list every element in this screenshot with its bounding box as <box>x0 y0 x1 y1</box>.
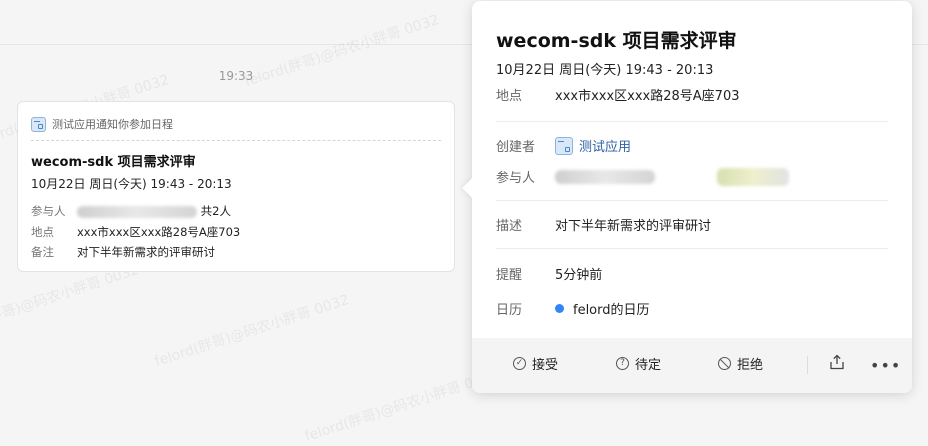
ban-icon <box>718 357 731 370</box>
popup-creator-row: 创建者 测试应用 <box>496 136 631 155</box>
creator-link[interactable]: 测试应用 <box>555 136 631 155</box>
tentative-label: 待定 <box>635 358 662 373</box>
note-label: 备注 <box>31 245 54 259</box>
popup-calendar-row: 日历 felord的日历 <box>496 299 650 318</box>
location-value: xxx市xxx区xxx路28号A座703 <box>77 225 241 239</box>
popup-description-row: 描述 对下半年新需求的评审研讨 <box>496 215 711 234</box>
popup-footer: ✓ 接受 ? 待定 拒绝 ••• <box>472 338 912 393</box>
popup-reminder-row: 提醒 5分钟前 <box>496 264 602 283</box>
participants-label: 参与人 <box>31 204 66 218</box>
card-note-row: 备注 对下半年新需求的评审研讨 <box>31 244 215 260</box>
popup-participants-row: 参与人 <box>496 167 789 186</box>
tentative-button[interactable]: ? 待定 <box>616 354 661 373</box>
description-label: 描述 <box>496 219 523 234</box>
accept-label: 接受 <box>532 358 559 373</box>
card-header-text: 测试应用通知你参加日程 <box>52 118 173 131</box>
creator-value: 测试应用 <box>579 140 632 155</box>
redacted-participant[interactable] <box>555 169 655 184</box>
watermark: felord(胖哥)@码农小胖哥 0032 <box>152 291 352 370</box>
participants-label: 参与人 <box>496 171 536 186</box>
app-icon <box>31 116 46 132</box>
accept-button[interactable]: ✓ 接受 <box>513 354 558 373</box>
check-circle-icon: ✓ <box>513 357 526 370</box>
reminder-value: 5分钟前 <box>555 268 603 283</box>
calendar-color-dot <box>555 304 564 313</box>
location-label: 地点 <box>31 225 54 239</box>
card-title: wecom-sdk 项目需求评审 <box>31 155 196 170</box>
popup-title: wecom-sdk 项目需求评审 <box>496 30 737 52</box>
calendar-label: 日历 <box>496 303 523 318</box>
participants-count: 共2人 <box>200 204 231 218</box>
popup-arrow <box>462 178 482 198</box>
description-value: 对下半年新需求的评审研讨 <box>555 219 712 234</box>
popup-time: 10月22日 周日(今天) 19:43 - 20:13 <box>496 63 714 78</box>
schedule-card[interactable]: 测试应用通知你参加日程 wecom-sdk 项目需求评审 10月22日 周日(今… <box>17 101 455 272</box>
app-icon <box>555 136 573 155</box>
calendar-value: felord的日历 <box>573 303 650 318</box>
location-value: xxx市xxx区xxx路28号A座703 <box>555 89 740 104</box>
card-header: 测试应用通知你参加日程 <box>31 113 441 135</box>
more-icon[interactable]: ••• <box>870 356 901 375</box>
divider <box>496 121 888 122</box>
redacted-participant[interactable] <box>717 167 789 186</box>
dashed-divider <box>31 140 441 141</box>
footer-separator <box>807 356 808 374</box>
participants-value: 共2人 <box>77 203 231 219</box>
decline-label: 拒绝 <box>737 358 764 373</box>
share-icon[interactable] <box>829 354 845 370</box>
question-circle-icon: ? <box>616 357 629 370</box>
event-detail-popup: wecom-sdk 项目需求评审 10月22日 周日(今天) 19:43 - 2… <box>462 1 912 393</box>
reminder-label: 提醒 <box>496 268 523 283</box>
divider <box>496 200 888 201</box>
divider <box>496 248 888 249</box>
popup-location-row: 地点 xxx市xxx区xxx路28号A座703 <box>496 85 740 104</box>
redacted-names <box>77 205 197 218</box>
card-location-row: 地点 xxx市xxx区xxx路28号A座703 <box>31 224 240 240</box>
creator-label: 创建者 <box>496 140 536 155</box>
location-label: 地点 <box>496 89 523 104</box>
decline-button[interactable]: 拒绝 <box>718 354 763 373</box>
card-participants-row: 参与人 共2人 <box>31 203 231 219</box>
note-value: 对下半年新需求的评审研讨 <box>77 245 215 259</box>
time-separator: 19:33 <box>218 69 254 83</box>
card-time: 10月22日 周日(今天) 19:43 - 20:13 <box>31 177 232 191</box>
